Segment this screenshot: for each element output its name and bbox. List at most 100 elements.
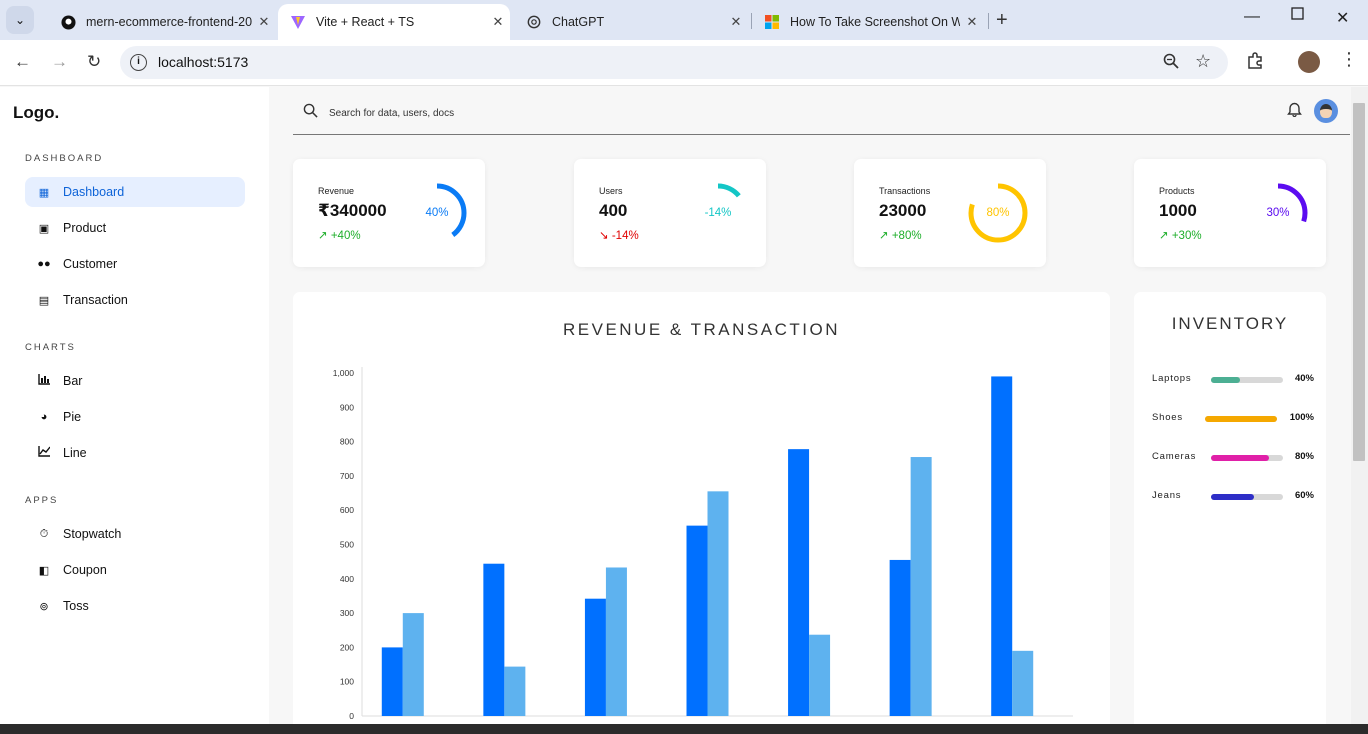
new-tab-button[interactable]: + (996, 9, 1008, 32)
scrollbar-thumb[interactable] (1353, 103, 1365, 461)
maximize-icon[interactable] (1291, 7, 1304, 25)
minimize-icon[interactable]: — (1244, 8, 1260, 26)
people-icon: ●● (37, 258, 51, 270)
bar-series1-6[interactable] (889, 559, 911, 716)
tab-title: mern-ecommerce-frontend-20 (86, 15, 252, 29)
window-close-icon[interactable]: ✕ (1336, 8, 1349, 28)
inventory-item-name: Laptops (1152, 373, 1192, 384)
forward-icon[interactable]: → (51, 52, 68, 72)
tab-github[interactable]: mern-ecommerce-frontend-20 ✕ (48, 4, 276, 40)
page-scrollbar[interactable] (1351, 87, 1368, 734)
sidebar-item-label: Bar (63, 374, 83, 388)
bar-series1-5[interactable] (788, 449, 810, 716)
close-icon[interactable]: ✕ (724, 14, 748, 30)
widget-change-value: +40% (330, 230, 361, 242)
widget-card-products: Products 1000 ↗ +30% 30% (1134, 159, 1326, 267)
inventory-item-percent: 80% (1294, 451, 1314, 462)
close-icon[interactable]: ✕ (486, 14, 510, 30)
sidebar-item-label: Transaction (63, 293, 128, 307)
extensions-icon[interactable] (1246, 51, 1264, 74)
site-info-icon[interactable]: i (130, 54, 147, 71)
address-bar[interactable]: i localhost:5173 ☆ (120, 46, 1228, 79)
y-tick-label: 500 (340, 540, 354, 550)
os-taskbar (0, 724, 1368, 734)
bar-chart-svg: 0 100 200 300 400 500 600 700 800 900 1,000 (333, 367, 1073, 721)
inventory-item-name: Cameras (1152, 451, 1197, 462)
inventory-progress-track (1211, 494, 1283, 500)
inventory-progress-fill (1211, 377, 1240, 383)
sidebar-item-coupon[interactable]: ◧ Coupon (25, 555, 245, 585)
sidebar-item-pie[interactable]: ◕ Pie (25, 402, 245, 432)
section-title-charts: CHARTS (25, 342, 76, 353)
bar-series2-1[interactable] (402, 613, 424, 716)
close-icon[interactable]: ✕ (252, 14, 276, 30)
widget-label: Revenue (318, 186, 355, 196)
sidebar-item-product[interactable]: ▣ Product (25, 213, 245, 243)
tab-search-button[interactable]: ⌄ (6, 6, 34, 34)
sidebar-item-dashboard[interactable]: ▦ Dashboard (25, 177, 245, 207)
tab-vite[interactable]: Vite + React + TS ✕ (278, 4, 510, 40)
sidebar-item-label: Dashboard (63, 185, 125, 199)
bar-series1-2[interactable] (483, 563, 505, 716)
y-tick-label: 0 (349, 711, 354, 721)
inventory-panel: INVENTORY Laptops 40% Shoes 100% Cameras 80% J… (1134, 292, 1326, 734)
tab-chatgpt[interactable]: ChatGPT ✕ (514, 4, 748, 40)
sidebar-item-transaction[interactable]: ▤ Transaction (25, 285, 245, 315)
bar-series2-6[interactable] (910, 457, 932, 716)
vite-icon (290, 14, 306, 30)
sidebar-item-customer[interactable]: ●● Customer (25, 249, 245, 279)
widget-change: ↗ +40% (318, 228, 361, 242)
sidebar-item-label: Product (63, 221, 107, 235)
bar-series2-5[interactable] (809, 634, 831, 716)
sidebar: Logo. DASHBOARD ▦ Dashboard ▣ Product ●●… (0, 87, 269, 734)
widget-value: 23000 (879, 201, 927, 220)
trend-up-icon: ↗ (879, 230, 889, 242)
widget-value: 400 (599, 201, 628, 220)
search-input[interactable] (329, 103, 929, 123)
more-menu-icon[interactable]: ⋮ (1340, 49, 1358, 70)
bar-series2-4[interactable] (707, 491, 729, 716)
url-text[interactable]: localhost:5173 (158, 54, 248, 70)
widget-change-value: +80% (891, 230, 922, 242)
microsoft-icon (764, 14, 780, 30)
sidebar-item-bar[interactable]: Bar (25, 366, 245, 396)
bar-series1-1[interactable] (381, 647, 403, 716)
github-icon (60, 14, 76, 30)
sidebar-item-label: Line (63, 446, 87, 460)
close-icon[interactable]: ✕ (960, 14, 984, 30)
bar-series2-2[interactable] (504, 666, 526, 716)
tab-microsoft[interactable]: How To Take Screenshot On Wi ✕ (752, 4, 984, 40)
bar-series2-7[interactable] (1012, 650, 1034, 716)
search-icon (303, 103, 318, 121)
reload-icon[interactable]: ↻ (87, 52, 101, 72)
logo: Logo. (13, 103, 60, 122)
y-tick-label: 400 (340, 574, 354, 584)
inventory-item-laptops: Laptops 40% (1152, 373, 1318, 387)
widget-change: ↗ +30% (1159, 228, 1202, 242)
profile-avatar[interactable] (1298, 51, 1320, 73)
y-tick-label: 800 (340, 437, 354, 447)
y-tick-label: 1,000 (333, 368, 355, 378)
bar-series2-3[interactable] (605, 567, 627, 716)
document-icon: ▤ (38, 294, 50, 307)
sidebar-item-stopwatch[interactable]: ⏱ Stopwatch (25, 519, 245, 549)
bookmark-star-icon[interactable]: ☆ (1195, 51, 1211, 72)
sidebar-item-toss[interactable]: ⊚ Toss (25, 591, 245, 621)
sidebar-item-label: Pie (63, 410, 82, 424)
sidebar-item-line[interactable]: Line (25, 438, 245, 468)
bar-series1-7[interactable] (991, 376, 1013, 716)
zoom-icon[interactable] (1163, 53, 1179, 74)
y-tick-label: 600 (340, 505, 354, 515)
back-icon[interactable]: ← (14, 52, 31, 72)
tab-title: Vite + React + TS (316, 15, 415, 29)
browser-toolbar: ← → ↻ i localhost:5173 ☆ ⋮ (0, 40, 1368, 86)
bar-series1-4[interactable] (686, 525, 708, 716)
bar-chart-icon (37, 374, 51, 388)
section-title-dashboard: DASHBOARD (25, 153, 104, 164)
bar-series1-3[interactable] (584, 598, 606, 716)
bell-icon[interactable] (1287, 101, 1302, 121)
user-avatar[interactable] (1314, 99, 1338, 123)
grid-icon: ▦ (38, 186, 50, 199)
search-bar (293, 97, 1350, 135)
browser-tab-strip: ⌄ mern-ecommerce-frontend-20 ✕ Vite + Re… (0, 0, 1368, 40)
